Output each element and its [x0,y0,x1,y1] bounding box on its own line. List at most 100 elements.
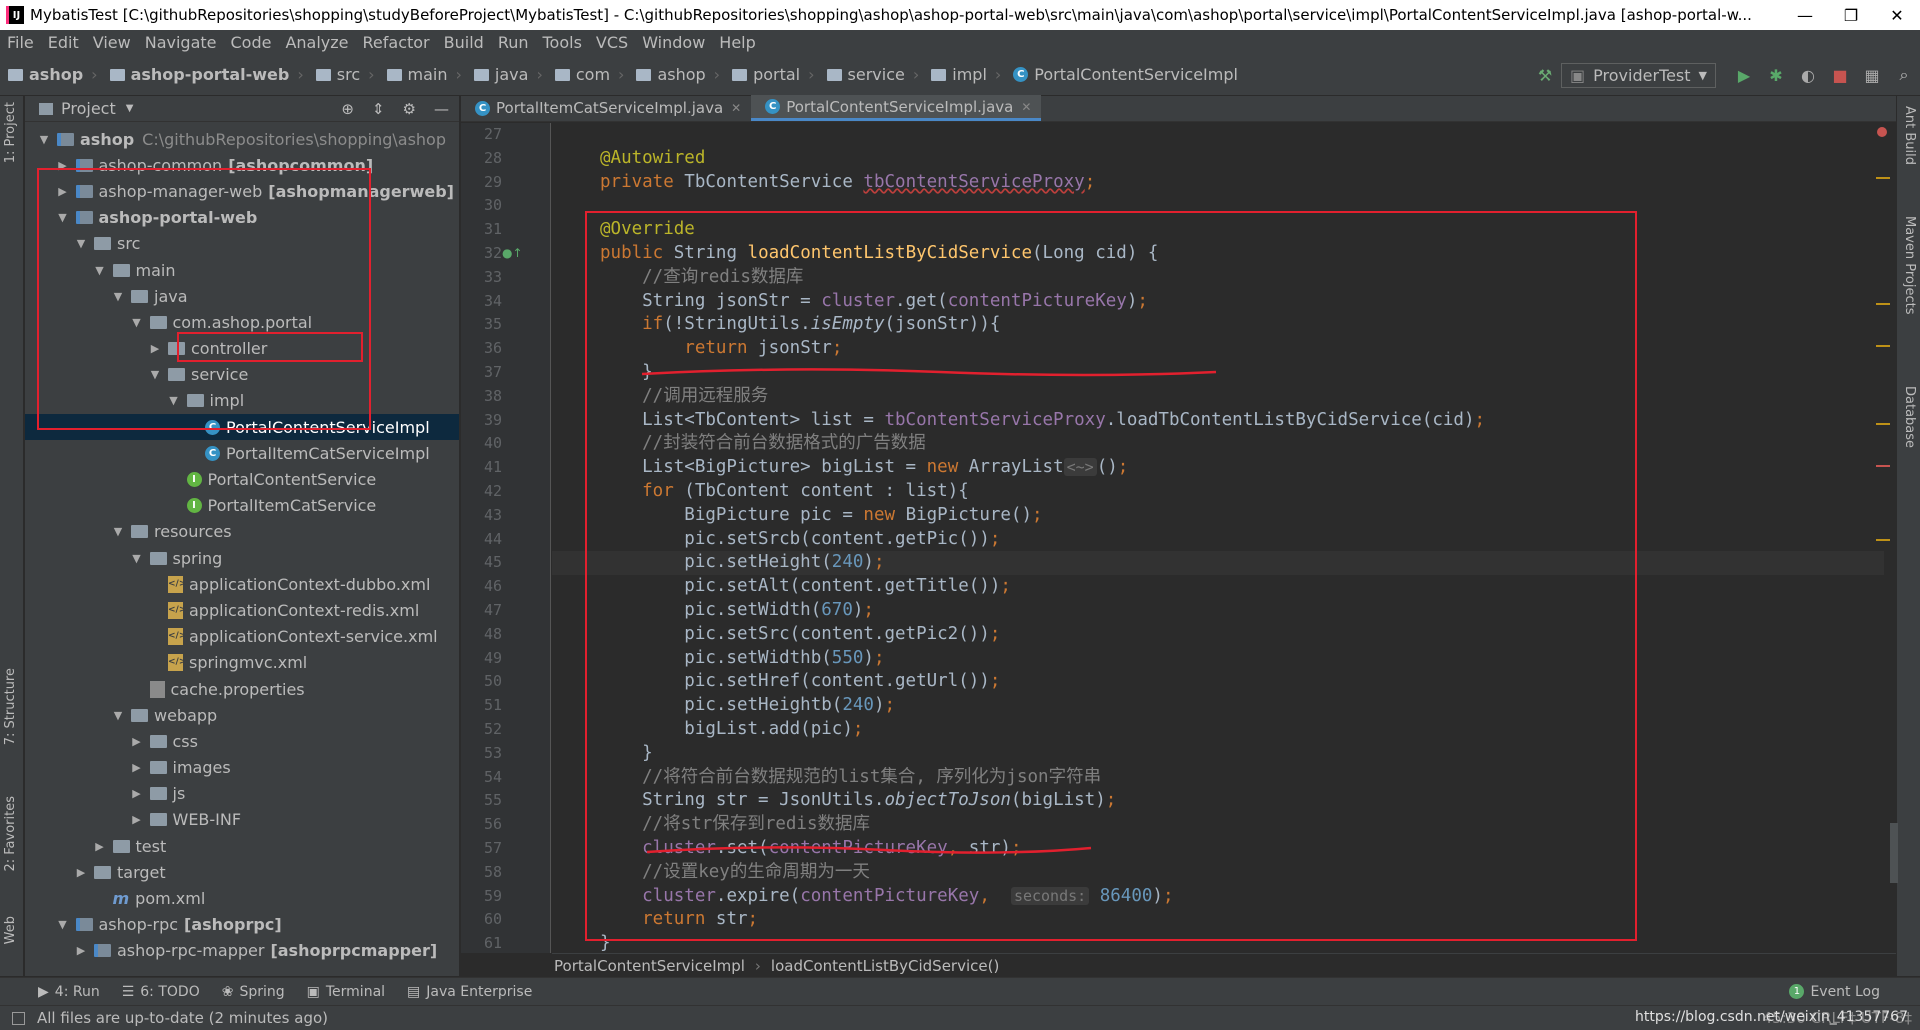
tool-window-button[interactable]: ▶ 4: Run [38,984,100,1000]
chevron-right-icon[interactable]: ▶ [93,840,107,853]
menu-item-build[interactable]: Build [437,33,491,52]
chevron-down-icon[interactable]: ▼ [111,525,125,538]
menu-item-edit[interactable]: Edit [41,33,86,52]
web-tool-tab[interactable]: Web [3,916,18,944]
menu-item-analyze[interactable]: Analyze [278,33,355,52]
nav-crumb-ashop[interactable]: ashop › [0,65,102,84]
locate-icon[interactable]: ⊕ [341,100,354,118]
error-indicator-icon[interactable] [1877,127,1887,137]
ant-build-tool-tab[interactable]: Ant Build [1902,106,1917,165]
chevron-right-icon[interactable]: ▶ [74,944,88,957]
tree-item[interactable]: ▼ spring [25,545,459,571]
tree-item-label: applicationContext-redis.xml [189,600,420,620]
tool-window-button[interactable]: ❀ Spring [222,984,285,1000]
nav-crumb-service[interactable]: service › [819,65,924,84]
close-icon[interactable]: ✕ [731,101,741,115]
menu-item-view[interactable]: View [86,33,138,52]
favorites-tool-tab[interactable]: 2: Favorites [3,796,18,872]
chevron-down-icon[interactable]: ▼ [56,918,70,931]
scrollbar-thumb[interactable] [1890,823,1898,883]
tree-item[interactable]: ▼ resources [25,519,459,545]
hide-icon[interactable]: — [434,100,449,118]
search-icon[interactable]: ⌕ [1891,62,1917,88]
stop-icon[interactable]: ■ [1827,62,1853,88]
run-config-select[interactable]: ▣ ProviderTest ▼ [1561,62,1716,88]
tool-window-button[interactable]: ☰ 6: TODO [122,984,200,1000]
chevron-right-icon[interactable]: ▶ [130,787,144,800]
tree-item[interactable]: m pom.xml [25,885,459,911]
chevron-down-icon[interactable]: ▼ [130,552,144,565]
chevron-right-icon[interactable]: ▶ [130,735,144,748]
minimize-button[interactable]: — [1782,0,1828,30]
editor-tab[interactable]: C PortalItemCatServiceImpl.java ✕ [461,95,751,121]
close-icon[interactable]: ✕ [1021,100,1031,114]
chevron-down-icon[interactable]: ▼ [111,709,125,722]
tree-item[interactable]: </> applicationContext-service.xml [25,624,459,650]
restore-button[interactable]: ❐ [1828,0,1874,30]
tree-item[interactable]: </> applicationContext-dubbo.xml [25,571,459,597]
build-hammer-icon[interactable]: ⚒ [1532,62,1558,88]
coverage-icon[interactable]: ◐ [1795,62,1821,88]
nav-crumb-com[interactable]: com › [547,65,629,84]
tree-item[interactable]: ▶ target [25,859,459,885]
tree-item[interactable]: ▼ ashop-rpc [ashoprpc] [25,912,459,938]
event-log-button[interactable]: 1 Event Log [1789,984,1880,1000]
tree-item[interactable]: ▶ images [25,755,459,781]
editor-tab[interactable]: C PortalContentServiceImpl.java ✕ [751,95,1042,121]
close-button[interactable]: ✕ [1874,0,1920,30]
status-toggle-icon[interactable] [12,1011,25,1025]
tree-item[interactable]: ▶ js [25,781,459,807]
tree-item-label: PortalContentService [207,470,377,490]
tool-window-button[interactable]: ▤ Java Enterprise [407,984,532,1000]
maven-projects-tool-tab[interactable]: Maven Projects [1902,216,1917,315]
breadcrumb-class[interactable]: PortalContentServiceImpl [554,957,745,975]
nav-crumb-src[interactable]: src › [308,65,379,84]
collapse-all-icon[interactable]: ⇕ [372,100,385,118]
chevron-right-icon[interactable]: ▶ [130,813,144,826]
database-tool-tab[interactable]: Database [1902,386,1917,448]
nav-crumb-java[interactable]: java › [466,65,547,84]
nav-crumb-ashop-portal-web[interactable]: ashop-portal-web › [102,65,308,84]
tree-item[interactable]: ▼ ashop C:\githubRepositories\shopping\ash… [25,126,459,152]
override-marker-icon[interactable]: ●↑ [502,246,523,260]
debug-icon[interactable]: ✱ [1763,62,1789,88]
nav-crumb-ashop[interactable]: ashop › [628,65,724,84]
menu-item-refactor[interactable]: Refactor [356,33,437,52]
menu-item-navigate[interactable]: Navigate [138,33,224,52]
tree-item[interactable]: ▼ webapp [25,702,459,728]
project-tool-tab[interactable]: 1: Project [3,102,18,163]
chevron-down-icon[interactable]: ▼ [37,133,51,146]
nav-crumb-main[interactable]: main › [379,65,466,84]
tree-item[interactable]: cache.properties [25,676,459,702]
structure-tool-tab[interactable]: 7: Structure [3,668,18,745]
tree-item[interactable]: ▶ ashop-rpc-mapper [ashoprpcmapper] [25,938,459,964]
menu-item-code[interactable]: Code [224,33,279,52]
tree-item[interactable]: </> springmvc.xml [25,650,459,676]
project-structure-icon[interactable]: ▦ [1859,62,1885,88]
tree-item[interactable]: </> applicationContext-redis.xml [25,597,459,623]
nav-crumb-impl[interactable]: impl › [923,65,1005,84]
tree-item[interactable]: I PortalItemCatService [25,493,459,519]
tree-item[interactable]: ▶ test [25,833,459,859]
menu-item-file[interactable]: File [0,33,41,52]
nav-crumb-portal[interactable]: portal › [724,65,818,84]
gear-icon[interactable]: ⚙ [403,100,416,118]
project-view-label[interactable]: Project [61,99,116,118]
tree-item[interactable]: ▶ WEB-INF [25,807,459,833]
tree-item[interactable]: I PortalContentService [25,466,459,492]
tree-item[interactable]: C PortalItemCatServiceImpl [25,440,459,466]
menu-item-run[interactable]: Run [491,33,536,52]
menu-item-window[interactable]: Window [635,33,712,52]
tool-window-button[interactable]: ▣ Terminal [307,984,385,1000]
menu-item-vcs[interactable]: VCS [589,33,635,52]
run-config-icon: ▣ [1570,65,1586,85]
nav-file[interactable]: C PortalContentServiceImpl [1005,65,1242,84]
tree-item[interactable]: ▶ css [25,728,459,754]
chevron-right-icon[interactable]: ▶ [130,761,144,774]
menu-item-tools[interactable]: Tools [536,33,589,52]
run-icon[interactable]: ▶ [1731,62,1757,88]
menu-item-help[interactable]: Help [712,33,762,52]
chevron-down-icon[interactable]: ▼ [126,103,134,114]
breadcrumb-method[interactable]: loadContentListByCidService() [771,957,999,975]
chevron-right-icon[interactable]: ▶ [74,866,88,879]
